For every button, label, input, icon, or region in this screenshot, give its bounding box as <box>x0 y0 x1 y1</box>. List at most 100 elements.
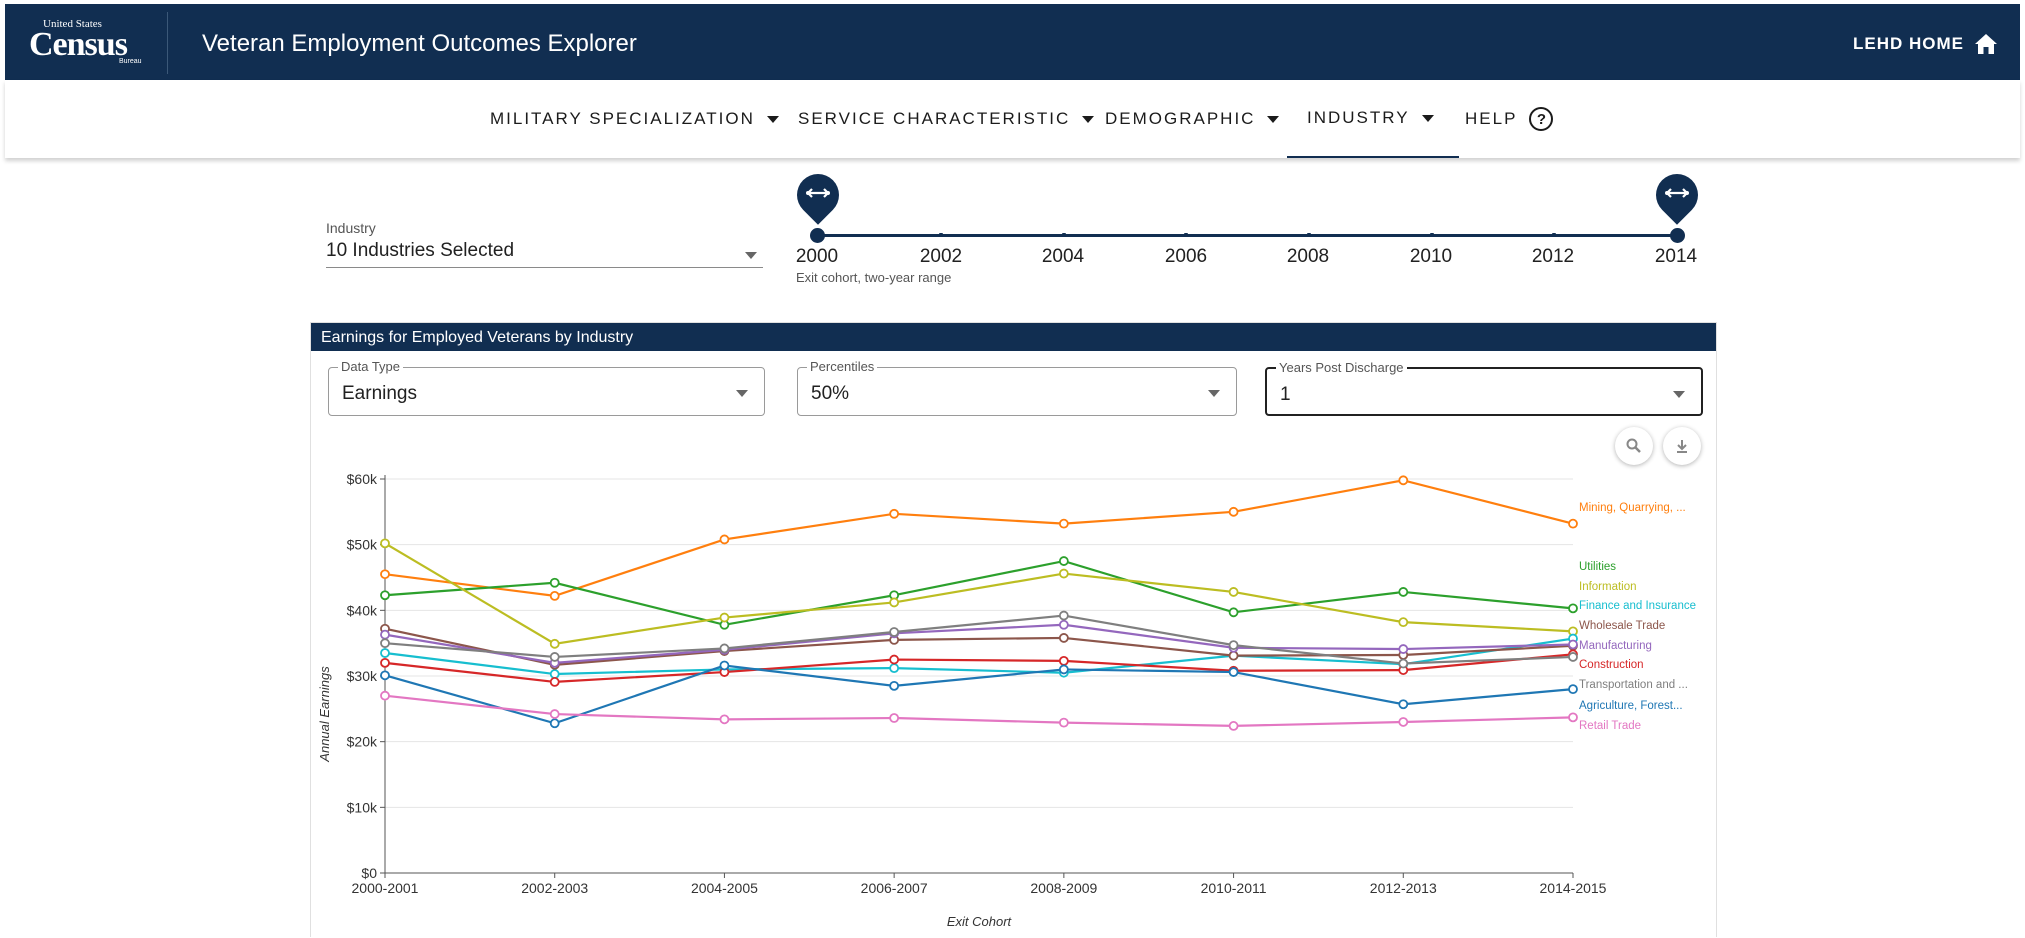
y-tick-label: $40k <box>347 602 378 618</box>
data-type-select[interactable]: Data Type Earnings <box>328 359 765 416</box>
caret-down-icon <box>736 390 748 397</box>
slider-year-label: 2002 <box>919 246 963 267</box>
logo-census: Census <box>29 26 128 63</box>
slider-track[interactable] <box>817 234 1677 237</box>
slider-year-label: 2000 <box>795 246 839 267</box>
data-point-retail-trade <box>549 709 560 719</box>
data-point-agriculture-forest <box>549 718 560 729</box>
earnings-line-chart: $0 $10k $20k $30k $40k $50k $60k 2000-2001 2002-… <box>317 471 1696 929</box>
data-point-information <box>1058 568 1069 579</box>
data-point-utilities <box>380 590 390 601</box>
caret-down-icon <box>1208 390 1220 397</box>
data-point-mining-quarrying <box>889 508 900 519</box>
data-point-construction <box>1058 655 1069 666</box>
census-logo[interactable]: United States Census Bureau <box>23 16 173 70</box>
data-point-manufacturing <box>380 629 390 640</box>
series-label-agriculture-forest: Agriculture, Forest... <box>1579 700 1683 712</box>
slider-start-handle[interactable] <box>810 228 825 243</box>
percentiles-value: 50% <box>811 383 850 404</box>
data-point-transportation-and <box>1398 658 1409 669</box>
data-point-agriculture-forest <box>380 670 390 681</box>
lehd-home-label: LEHD HOME <box>1853 34 1964 53</box>
data-point-utilities <box>1228 607 1239 618</box>
y-tick-label: $20k <box>347 734 378 750</box>
x-tick-label: 2002-2003 <box>521 880 588 896</box>
slider-year-label: 2014 <box>1654 246 1698 267</box>
slider-tick <box>1552 233 1556 237</box>
y-tick-label: $0 <box>361 865 377 881</box>
download-icon <box>1677 440 1687 453</box>
slider-year-label: 2010 <box>1409 246 1453 267</box>
data-point-retail-trade <box>1568 712 1578 723</box>
card-title: Earnings for Employed Veterans by Indust… <box>311 323 1716 351</box>
industry-select[interactable]: Industry 10 Industries Selected <box>326 220 763 268</box>
data-point-mining-quarrying <box>719 534 730 545</box>
nav-military-specialization[interactable]: MILITARY SPECIALIZATION <box>490 80 779 158</box>
slider-year-label: 2006 <box>1164 246 1208 267</box>
data-point-agriculture-forest <box>1228 667 1239 677</box>
slider-end-handle[interactable] <box>1670 228 1685 243</box>
data-point-finance-and-insurance <box>889 663 900 674</box>
home-icon <box>1975 34 1997 54</box>
percentiles-select[interactable]: Percentiles 50% <box>797 359 1237 416</box>
caret-down-icon <box>1421 114 1434 122</box>
earnings-chart-card: Earnings for Employed Veterans by Indust… <box>310 322 1717 937</box>
slider-tick <box>1062 233 1066 237</box>
series-label-wholesale-trade: Wholesale Trade <box>1579 620 1665 632</box>
years-post-legend: Years Post Discharge <box>1276 360 1407 375</box>
download-button[interactable] <box>1663 427 1701 465</box>
main-nav: MILITARY SPECIALIZATION SERVICE CHARACTE… <box>5 80 2020 158</box>
series-label-construction: Construction <box>1579 659 1644 671</box>
percentiles-legend: Percentiles <box>807 359 878 374</box>
x-axis-title: Exit Cohort <box>947 914 1013 929</box>
data-point-agriculture-forest <box>1398 699 1409 710</box>
data-point-agriculture-forest <box>889 680 900 691</box>
data-point-construction <box>549 677 560 687</box>
help-icon: ? <box>1529 107 1554 131</box>
logo-bureau: Bureau <box>119 58 142 65</box>
caret-down-icon <box>766 115 779 123</box>
x-tick-label: 2014-2015 <box>1540 880 1607 896</box>
cohort-range-slider[interactable]: 2000 2002 2004 2006 2008 2010 2012 2014 … <box>788 165 1720 290</box>
data-point-mining-quarrying <box>380 569 390 580</box>
data-point-retail-trade <box>1228 721 1239 731</box>
y-tick-label: $10k <box>347 799 378 815</box>
lehd-home-link[interactable]: LEHD HOME <box>1853 30 1998 58</box>
data-point-agriculture-forest <box>1058 664 1069 675</box>
nav-label: HELP <box>1465 109 1518 128</box>
data-point-mining-quarrying <box>1228 506 1239 517</box>
top-bar: United States Census Bureau Veteran Empl… <box>5 4 2020 80</box>
logo-divider <box>167 12 168 74</box>
data-point-transportation-and <box>549 652 560 662</box>
data-type-value: Earnings <box>342 383 417 404</box>
industry-select-value: 10 Industries Selected <box>326 240 515 261</box>
nav-service-characteristic[interactable]: SERVICE CHARACTERISTIC <box>798 80 1095 158</box>
data-point-agriculture-forest <box>719 660 730 671</box>
caret-down-icon <box>1082 115 1095 123</box>
y-axis-title: Annual Earnings <box>317 666 332 763</box>
nav-help[interactable]: HELP ? <box>1465 80 1554 158</box>
y-tick-label: $30k <box>347 668 378 684</box>
data-type-legend: Data Type <box>338 359 404 374</box>
data-point-finance-and-insurance <box>549 669 560 679</box>
data-point-transportation-and <box>1058 610 1069 621</box>
data-point-information <box>1398 617 1409 628</box>
caret-down-icon <box>1673 391 1685 398</box>
industry-select-label: Industry <box>326 220 376 236</box>
nav-demographic[interactable]: DEMOGRAPHIC <box>1105 80 1280 158</box>
data-point-retail-trade <box>380 690 390 701</box>
x-tick-label: 2010-2011 <box>1201 880 1267 896</box>
data-point-manufacturing <box>1568 639 1578 650</box>
nav-industry[interactable]: INDUSTRY <box>1287 80 1459 158</box>
app-title: Veteran Employment Outcomes Explorer <box>202 30 637 57</box>
x-tick-label: 2012-2013 <box>1370 880 1437 896</box>
slider-year-label: 2012 <box>1531 246 1575 267</box>
zoom-button[interactable] <box>1615 427 1653 465</box>
data-point-mining-quarrying <box>1398 475 1409 486</box>
double-arrow-icon <box>806 188 830 198</box>
slider-tick <box>1184 233 1188 237</box>
caret-down-icon <box>745 252 757 259</box>
x-tick-label: 2000-2001 <box>352 880 419 896</box>
series-label-manufacturing: Manufacturing <box>1579 640 1652 652</box>
years-post-discharge-select[interactable]: Years Post Discharge 1 <box>1265 360 1703 416</box>
